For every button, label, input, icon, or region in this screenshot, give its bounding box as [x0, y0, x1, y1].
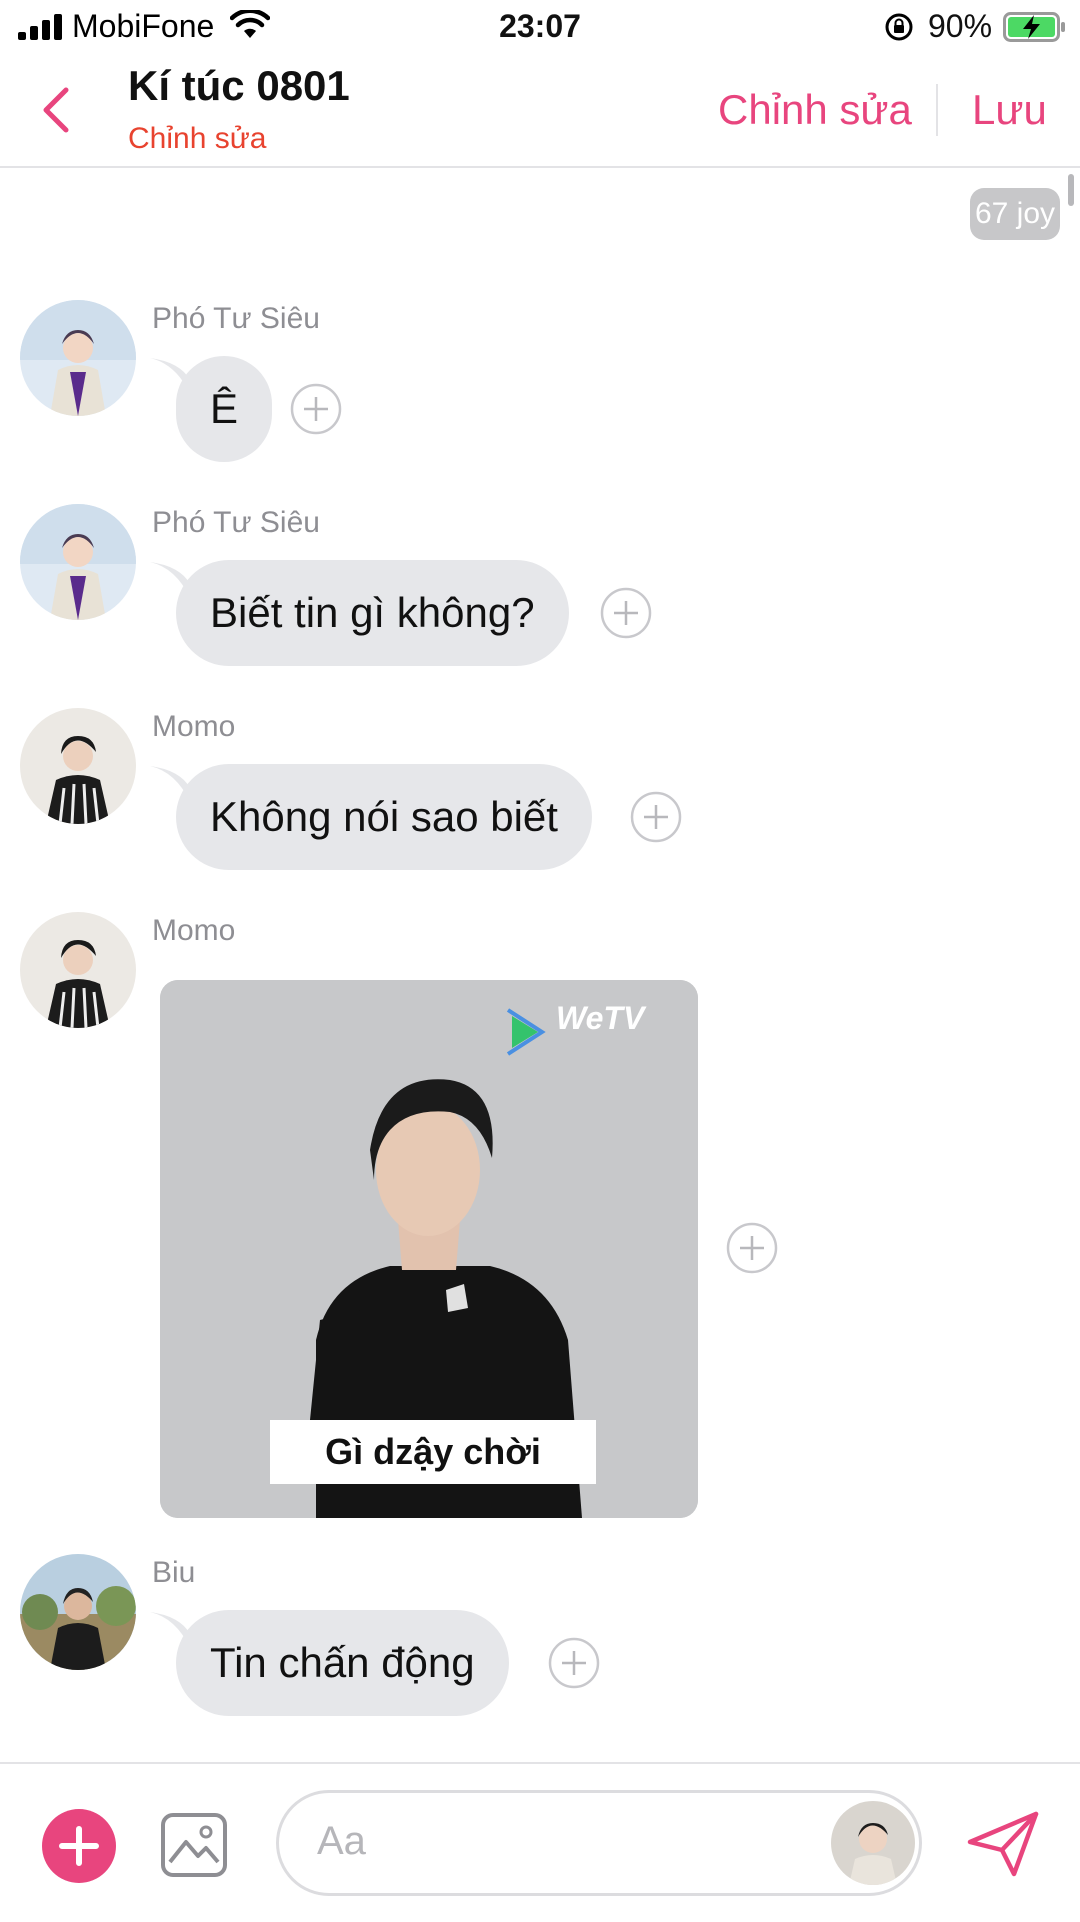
sender-name: Phó Tư Siêu: [152, 506, 320, 539]
avatar[interactable]: [20, 912, 136, 1028]
edit-button[interactable]: Chỉnh sửa: [718, 86, 912, 134]
image-watermark: WeTV: [556, 1000, 645, 1036]
avatar[interactable]: [20, 1554, 136, 1670]
chat-subtitle-edit[interactable]: Chỉnh sửa: [128, 122, 267, 156]
save-button[interactable]: Lưu: [972, 86, 1047, 134]
status-bar: MobiFone 23:07 90%: [0, 0, 1080, 56]
message-bubble[interactable]: Ê: [176, 356, 273, 462]
avatar[interactable]: [20, 300, 136, 416]
sender-name: Momo: [152, 914, 236, 947]
avatar[interactable]: [20, 504, 136, 620]
message-row: Phó Tư Siêu Biết tin gì không?: [0, 504, 1080, 674]
message-bubble[interactable]: Không nói sao biết: [176, 764, 592, 870]
add-reaction-icon[interactable]: [548, 1637, 600, 1689]
add-reaction-icon[interactable]: [290, 383, 342, 435]
composer-bar: Aa: [0, 1762, 1080, 1922]
message-row: Phó Tư Siêu Ê: [0, 300, 1080, 470]
chat-header: Kí túc 0801 Chỉnh sửa Chỉnh sửa Lưu: [0, 56, 1080, 168]
chat-title: Kí túc 0801: [128, 62, 350, 109]
input-placeholder: Aa: [317, 1819, 366, 1863]
sender-name: Momo: [152, 710, 236, 743]
plus-icon: [59, 1826, 99, 1866]
message-row: Momo Không nói sao biết: [0, 708, 1080, 878]
battery-percent: 90%: [928, 8, 993, 44]
sender-name: Phó Tư Siêu: [152, 302, 320, 335]
back-chevron-icon[interactable]: [36, 84, 76, 136]
clock: 23:07: [499, 8, 581, 44]
image-message[interactable]: WeTV Gì dzậy chời: [160, 980, 698, 1518]
message-row: Biu Tin chấn động: [0, 1554, 1080, 1724]
avatar[interactable]: [20, 708, 136, 824]
points-badge: 67 joy: [970, 188, 1060, 240]
message-bubble[interactable]: Tin chấn động: [176, 1610, 509, 1716]
scroll-indicator[interactable]: [1068, 174, 1074, 206]
header-divider: [936, 84, 938, 136]
gallery-icon[interactable]: [160, 1812, 228, 1878]
battery-charging-icon: [1003, 12, 1065, 42]
image-caption: Gì dzậy chời: [325, 1431, 541, 1472]
sender-avatar-selector[interactable]: [831, 1801, 915, 1885]
add-reaction-icon[interactable]: [600, 587, 652, 639]
add-reaction-icon[interactable]: [630, 791, 682, 843]
add-reaction-icon[interactable]: [726, 1222, 778, 1274]
add-button[interactable]: [42, 1809, 116, 1883]
sender-name: Biu: [152, 1556, 196, 1589]
rotation-lock-icon: [885, 13, 913, 41]
send-icon[interactable]: [966, 1810, 1040, 1878]
message-input[interactable]: Aa: [276, 1790, 922, 1896]
message-bubble[interactable]: Biết tin gì không?: [176, 560, 569, 666]
